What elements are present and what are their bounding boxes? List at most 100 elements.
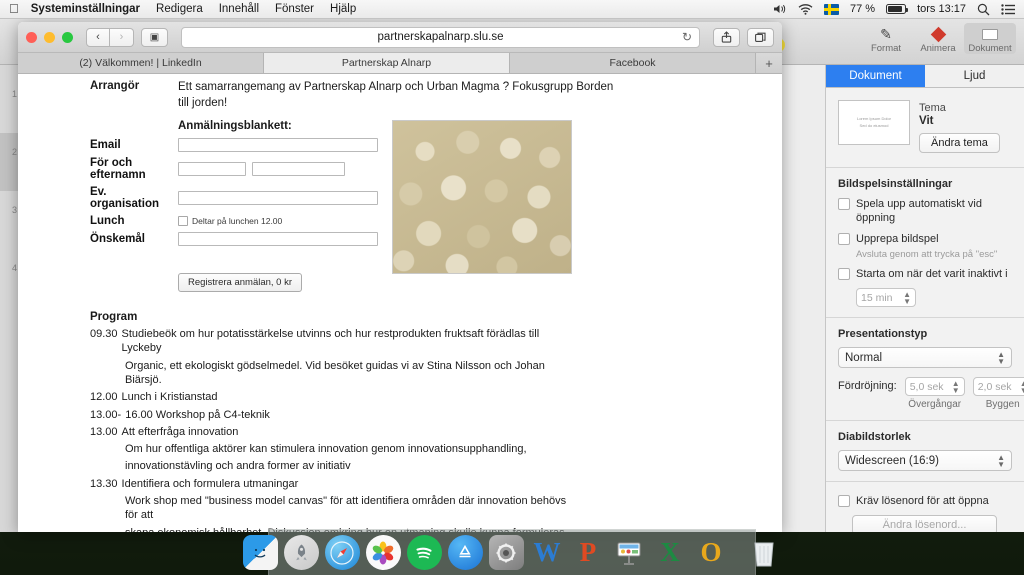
macos-menu-bar:  Systeminställningar Redigera Innehåll … [0,0,1024,19]
keynote-inspector-toggle-group[interactable]: ✎ Format Animera Dokument [860,23,1016,54]
menu-item-fonster[interactable]: Fönster [275,3,314,15]
slide-size-title: Diabildstorlek [838,431,911,443]
tab-partnerskap-alnarp[interactable]: Partnerskap Alnarp [264,53,510,73]
stepper-arrows-icon[interactable]: ▲▼ [903,290,911,305]
autoplay-option[interactable]: Spela upp automatiskt vid öppning [838,197,1012,225]
share-button[interactable] [713,27,740,47]
new-tab-overview-button[interactable] [747,27,774,47]
theme-thumbnail[interactable]: Lorem Ipsum Dolor Sed do eiusmod [838,100,910,145]
form-row-email: Email [90,138,378,157]
dock-item-microsoft-outlook[interactable]: O [694,535,729,570]
lunch-checkbox-group[interactable]: Deltar på lunchen 12.00 [178,216,378,227]
builds-delay-stepper[interactable]: 2,0 sek ▲▼ [972,377,1024,396]
inspector-tabs[interactable]: Dokument Ljud [826,65,1024,88]
animate-diamond-icon [930,26,946,43]
tab-ljud[interactable]: Ljud [925,65,1024,87]
menu-item-innehall[interactable]: Innehåll [219,3,259,15]
tab-dokument[interactable]: Dokument [826,65,925,87]
forward-button[interactable]: › [110,27,134,47]
first-name-field[interactable] [178,162,246,177]
idle-duration-stepper[interactable]: 15 min ▲ ▼ [856,288,916,307]
animate-tool-button[interactable]: Animera [912,23,964,54]
macos-dock[interactable]: W P X O [242,529,774,575]
safari-tab-bar[interactable]: (2) Välkommen! | LinkedIn Partnerskap Al… [18,53,782,74]
transitions-caption: Övergångar [908,399,962,410]
presentation-type-section: Presentationstyp Normal ▲ ▼ Fördröjning: … [826,318,1024,420]
password-section: Kräv lösenord för att öppna Ändra löseno… [826,482,1024,532]
autoplay-checkbox[interactable] [838,198,850,210]
slideshow-settings-title: Bildspelsinställningar [838,178,953,190]
restart-idle-option[interactable]: Starta om när det varit inaktivt i [838,267,1012,281]
theme-label: Tema [919,102,946,114]
onskemal-field[interactable] [178,232,378,247]
program-text: Studiebeök om hur potatisstärkelse utvin… [121,328,540,355]
email-field-cell [178,138,378,157]
restart-idle-label: Starta om när det varit inaktivt i [856,268,1008,280]
wifi-icon[interactable] [798,3,813,15]
stepper-arrows-icon[interactable]: ▲▼ [1020,379,1024,394]
loop-option[interactable]: Upprepa bildspel [838,232,1012,246]
dock-item-keynote[interactable] [612,535,647,570]
menu-bar-clock[interactable]: tors 13:17 [917,3,966,15]
dock-item-spotify[interactable] [406,535,442,570]
dock-item-finder[interactable] [242,535,278,570]
require-password-option[interactable]: Kräv lösenord för att öppna [838,494,1012,508]
minimize-window-button[interactable] [44,31,55,43]
volume-icon[interactable] [773,3,787,15]
program-continuation: Work shop med "business model canvas" fö… [125,495,567,522]
apple-logo-icon[interactable]:  [9,2,19,15]
maximize-window-button[interactable] [62,31,73,43]
last-name-field[interactable] [252,162,345,177]
tab-linkedin[interactable]: (2) Välkommen! | LinkedIn [18,53,264,73]
register-submit-button[interactable]: Registrera anmälan, 0 kr [178,273,303,293]
label-organisation: Ev. organisation [90,186,160,211]
label-name: För och efternamn [90,157,146,182]
swedish-flag-icon[interactable] [824,3,839,15]
dock-item-microsoft-excel[interactable]: X [653,535,688,570]
transitions-delay-stepper[interactable]: 5,0 sek ▲ ▼ [904,377,965,396]
change-theme-button[interactable]: Ändra tema [919,133,1000,153]
menu-app-name[interactable]: Systeminställningar [31,3,140,15]
search-icon[interactable] [977,3,990,16]
program-continuation: Organic, ett ekologiskt gödselmedel. Vid… [125,359,545,386]
registration-form: Anmälningsblankett: Email För och eftern… [90,120,378,297]
close-window-button[interactable] [26,31,37,43]
slide-size-select[interactable]: Widescreen (16:9) ▲ ▼ [838,450,1012,471]
dock-item-photos[interactable] [365,535,401,570]
dock-item-microsoft-powerpoint[interactable]: P [571,535,606,570]
organisation-field[interactable] [178,191,378,206]
dock-item-trash[interactable] [747,535,782,570]
battery-icon[interactable] [886,4,909,14]
loop-checkbox[interactable] [838,233,850,245]
format-tool-button[interactable]: ✎ Format [860,23,912,54]
dock-item-safari[interactable] [324,535,360,570]
dock-item-app-store[interactable] [447,535,483,570]
dock-item-launchpad[interactable] [283,535,319,570]
menu-item-hjalp[interactable]: Hjälp [330,3,356,15]
builds-delay-col: 2,0 sek ▲▼ Byggen [972,377,1024,410]
document-tool-button[interactable]: Dokument [964,23,1016,54]
email-field[interactable] [178,138,378,153]
form-title: Anmälningsblankett: [178,120,292,133]
dock-item-microsoft-word[interactable]: W [530,535,565,570]
program-time: 12.00 [90,391,118,404]
back-button[interactable]: ‹ [86,27,110,47]
menu-item-redigera[interactable]: Redigera [156,3,203,15]
new-tab-button[interactable]: + [756,53,782,73]
change-password-button[interactable]: Ändra lösenord... [852,515,997,532]
window-traffic-lights[interactable] [26,31,73,43]
restart-idle-checkbox[interactable] [838,268,850,280]
lunch-checkbox[interactable] [178,216,188,227]
lunch-field-cell: Deltar på lunchen 12.00 [178,215,378,232]
address-bar[interactable]: partnerskapalnarp.slu.se ↻ [181,26,700,48]
reload-icon[interactable]: ↻ [682,30,692,44]
dock-item-system-preferences[interactable] [488,535,524,570]
tab-facebook[interactable]: Facebook [510,53,756,73]
sidebar-toggle-button[interactable]: ▣ [141,27,168,47]
control-center-icon[interactable] [1001,3,1015,15]
navigation-buttons[interactable]: ‹ › [86,27,134,47]
form-row-onskemal: Önskemål [90,232,378,251]
require-password-checkbox[interactable] [838,495,850,507]
presentation-type-select[interactable]: Normal ▲ ▼ [838,347,1012,368]
stepper-arrows-icon[interactable]: ▲▼ [952,379,960,394]
